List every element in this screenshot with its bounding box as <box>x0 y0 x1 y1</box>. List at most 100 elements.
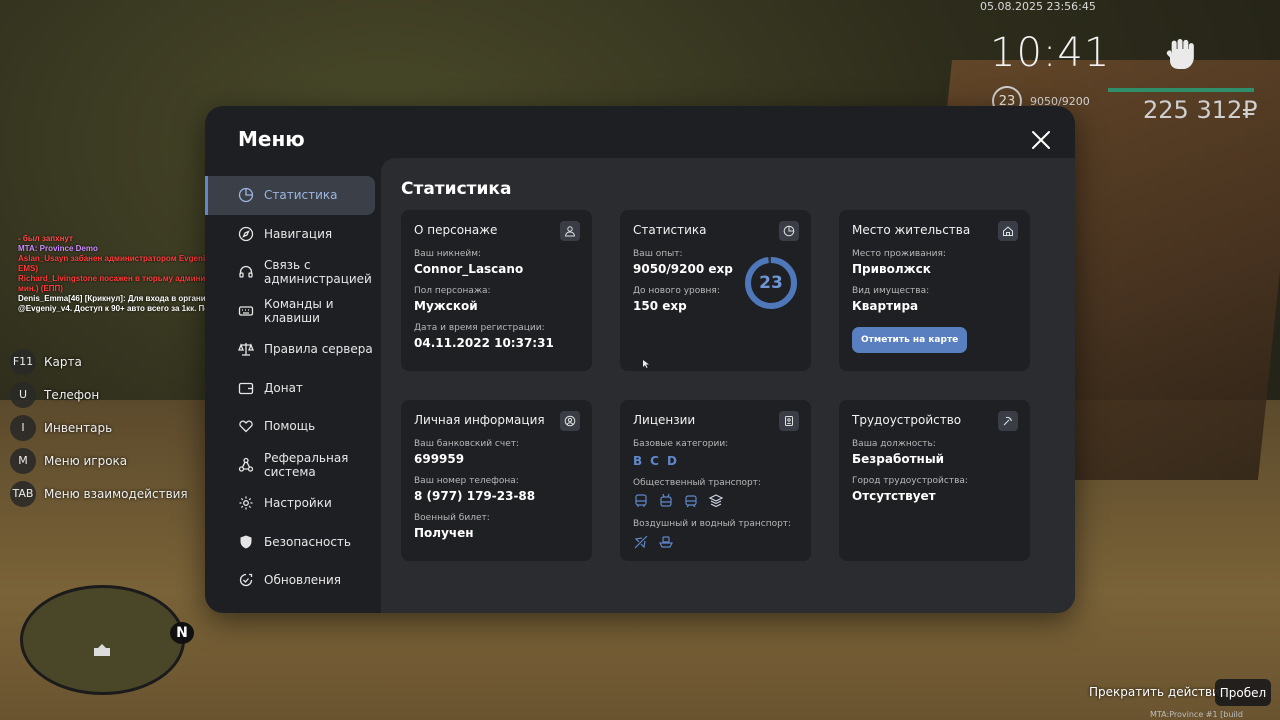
license-category: C <box>650 454 659 468</box>
build-info: MTA:Province #1 [build 6.124.15] <box>1150 710 1243 720</box>
menu-sidebar: Статистика Навигация Связь с администрац… <box>205 176 381 600</box>
card-title: Лицензии <box>633 413 696 427</box>
menu-modal: Меню Статистика Навигация Связь с админи… <box>205 106 1075 613</box>
hotkey-player-menu[interactable]: M Меню игрока <box>10 444 188 477</box>
card-stats: Статистика Ваш опыт: 9050/9200 exp До но… <box>620 210 811 371</box>
nickname-value: Connor_Lascano <box>414 262 524 276</box>
close-icon <box>1032 131 1050 149</box>
license-category: B <box>633 454 643 468</box>
metro-icon <box>708 493 724 509</box>
hud-money: 225 312₽ <box>1143 96 1258 124</box>
sidebar-item-navigation[interactable]: Навигация <box>205 215 381 254</box>
field-label: Ваш банковский счет: <box>414 439 520 449</box>
compass-icon <box>238 226 254 242</box>
sidebar-item-security[interactable]: Безопасность <box>205 523 381 562</box>
hotkey-phone[interactable]: U Телефон <box>10 378 188 411</box>
field-label: Дата и время регистрации: <box>414 323 545 333</box>
field-label: Базовые категории: <box>633 439 729 449</box>
field-label: Ваша должность: <box>852 439 936 449</box>
hotkey-key: F11 <box>10 348 36 375</box>
gender-value: Мужской <box>414 299 478 313</box>
refresh-check-icon <box>238 572 254 588</box>
pickaxe-icon <box>998 411 1018 431</box>
hotkey-inventory[interactable]: I Инвентарь <box>10 411 188 444</box>
hotkey-interaction-menu[interactable]: TAB Меню взаимодействия <box>10 477 188 510</box>
hotkey-map[interactable]: F11 Карта <box>10 345 188 378</box>
hotkey-key: U <box>10 381 36 408</box>
hotkey-label: Меню взаимодействия <box>44 486 188 501</box>
sidebar-item-label: Связь с администрацией <box>264 258 372 287</box>
hud-clock: 10:41 <box>990 30 1111 76</box>
card-personal: Личная информация Ваш банковский счет: 6… <box>401 400 592 561</box>
card-licenses: Лицензии Базовые категории: B C D Общест… <box>620 400 811 561</box>
mark-on-map-button[interactable]: Отметить на карте <box>852 327 968 353</box>
card-title: Статистика <box>633 223 707 237</box>
hud-health-bar <box>1108 88 1254 92</box>
pie-chart-icon <box>238 187 254 203</box>
hotkey-key: TAB <box>10 480 36 507</box>
menu-title: Меню <box>238 127 305 151</box>
field-label: Вид имущества: <box>852 286 930 296</box>
hotkey-label: Меню игрока <box>44 453 128 468</box>
id-card-icon <box>779 411 799 431</box>
airplane-icon <box>633 534 649 550</box>
minimap-north-marker: N <box>170 622 194 644</box>
close-button[interactable] <box>1029 128 1053 152</box>
scales-icon <box>238 341 254 357</box>
phone-number-value: 8 (977) 179-23-88 <box>414 489 536 503</box>
hotkey-list: F11 Карта U Телефон I Инвентарь M Меню игрок… <box>10 345 188 510</box>
hotkey-label: Телефон <box>44 387 100 402</box>
sidebar-item-updates[interactable]: Обновления <box>205 561 381 600</box>
field-label: Общественный транспорт: <box>633 478 761 488</box>
sidebar-item-rules[interactable]: Правила сервера <box>205 330 381 369</box>
air-water-licenses <box>633 534 798 550</box>
tram-icon <box>683 493 699 509</box>
content-title: Статистика <box>401 179 512 199</box>
hotkey-label: Карта <box>44 354 82 369</box>
public-transport-licenses <box>633 493 798 509</box>
fist-icon <box>1160 34 1200 74</box>
sidebar-item-settings[interactable]: Настройки <box>205 484 381 523</box>
bus-icon <box>633 493 649 509</box>
card-residence: Место жительства Место проживания: Приво… <box>839 210 1030 371</box>
field-label: Воздушный и водный транспорт: <box>633 519 792 529</box>
registration-date-value: 04.11.2022 10:37:31 <box>414 336 554 350</box>
house-icon <box>998 221 1018 241</box>
stop-action-label: Прекратить действие <box>1089 685 1228 699</box>
sidebar-item-label: Донат <box>264 380 303 395</box>
license-category: D <box>666 454 677 468</box>
sidebar-item-label: Статистика <box>264 188 338 203</box>
field-label: Ваш номер телефона: <box>414 476 519 486</box>
sidebar-item-statistics[interactable]: Статистика <box>205 176 375 215</box>
statistics-content: Статистика О персонаже Ваш никнейм: Conn… <box>381 158 1075 613</box>
card-character: О персонаже Ваш никнейм: Connor_Lascano … <box>401 210 592 371</box>
sidebar-item-label: Помощь <box>264 419 316 434</box>
minimap <box>20 585 185 695</box>
sidebar-item-donate[interactable]: Донат <box>205 369 381 408</box>
sidebar-item-admin-contact[interactable]: Связь с администрацией <box>205 253 381 292</box>
sidebar-item-label: Команды и клавиши <box>264 296 334 325</box>
hotkey-key: M <box>10 447 36 474</box>
keyboard-icon <box>238 303 254 319</box>
card-title: Место жительства <box>852 223 971 237</box>
residence-place-value: Приволжск <box>852 262 931 276</box>
field-label: Место проживания: <box>852 249 946 259</box>
hud-datetime: 05.08.2025 23:56:45 <box>980 0 1096 13</box>
sidebar-item-label: Безопасность <box>264 534 351 549</box>
sidebar-item-label: Обновления <box>264 573 342 588</box>
sidebar-item-commands[interactable]: Команды и клавиши <box>205 292 381 331</box>
mouse-cursor-icon <box>643 360 649 368</box>
bank-account-value: 699959 <box>414 452 465 466</box>
hotkey-label: Инвентарь <box>44 420 113 435</box>
pie-chart-icon <box>779 221 799 241</box>
spacebar-key[interactable]: Пробел <box>1215 679 1271 706</box>
hotkey-key: I <box>10 414 36 441</box>
gear-icon <box>238 495 254 511</box>
sidebar-item-referral[interactable]: Реферальная система <box>205 446 381 485</box>
military-id-value: Получен <box>414 526 474 540</box>
sidebar-item-help[interactable]: Помощь <box>205 407 381 446</box>
sidebar-item-label: Навигация <box>264 226 333 241</box>
field-label: Ваш никнейм: <box>414 249 482 259</box>
field-label: Военный билет: <box>414 513 490 523</box>
sidebar-item-label: Реферальная система <box>264 450 349 479</box>
